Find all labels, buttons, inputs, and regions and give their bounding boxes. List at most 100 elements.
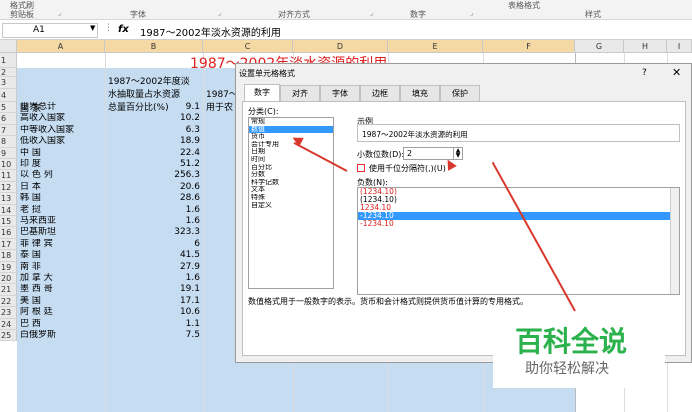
- table-cell-b[interactable]: 51.2: [105, 159, 200, 170]
- font-launcher-icon[interactable]: ⌟: [218, 9, 221, 17]
- name-box[interactable]: A1: [2, 23, 98, 38]
- row-header[interactable]: 8: [0, 136, 17, 148]
- table-cell-a[interactable]: 巴 西: [20, 319, 104, 330]
- negative-format-option[interactable]: (1234.10): [358, 188, 679, 196]
- table-cell-b[interactable]: 22.4: [105, 148, 200, 159]
- column-header-i[interactable]: I: [667, 40, 692, 53]
- table-cell-a[interactable]: 泰 国: [20, 250, 104, 261]
- table-cell-a[interactable]: 阿 根 廷: [20, 307, 104, 318]
- negative-format-option[interactable]: -1234.10: [358, 220, 679, 228]
- select-all-corner[interactable]: [0, 40, 17, 53]
- table-cell-b[interactable]: 1.1: [105, 319, 200, 330]
- category-item[interactable]: 常规: [249, 118, 333, 126]
- table-format-button[interactable]: 表格格式: [508, 0, 540, 11]
- spin-down-icon[interactable]: ▼: [454, 153, 462, 159]
- category-item[interactable]: 分数: [249, 171, 333, 179]
- row-header[interactable]: 24: [0, 318, 17, 330]
- table-cell-b[interactable]: 10.2: [105, 113, 200, 124]
- table-cell-a[interactable]: 白俄罗斯: [20, 330, 104, 341]
- negative-numbers-list[interactable]: (1234.10) (1234.10) 1234.10 -1234.10 -1234.1…: [357, 187, 680, 295]
- formula-input[interactable]: 1987～2002年淡水资源的利用: [140, 24, 281, 39]
- thousands-separator-checkbox[interactable]: [357, 164, 365, 172]
- row-header-4[interactable]: 4: [0, 89, 17, 102]
- tab-border[interactable]: 边框: [360, 85, 400, 101]
- row-header[interactable]: 15: [0, 216, 17, 228]
- column-header-b[interactable]: B: [105, 40, 203, 53]
- row-header[interactable]: 10: [0, 159, 17, 171]
- table-cell-b[interactable]: 7.5: [105, 330, 200, 341]
- column-header-d[interactable]: D: [293, 40, 388, 53]
- row-header[interactable]: 18: [0, 250, 17, 262]
- table-cell-a[interactable]: 印 度: [20, 159, 104, 170]
- table-cell-b[interactable]: 27.9: [105, 262, 200, 273]
- table-cell-a[interactable]: 墨 西 哥: [20, 284, 104, 295]
- table-cell-a[interactable]: 中 国: [20, 148, 104, 159]
- row-header[interactable]: 7: [0, 124, 17, 137]
- clipboard-launcher-icon[interactable]: ⌟: [58, 9, 61, 17]
- table-cell-b[interactable]: 1.6: [105, 205, 200, 216]
- category-item[interactable]: 自定义: [249, 202, 333, 210]
- decimal-spinner[interactable]: ▲ ▼: [453, 148, 462, 159]
- column-header-c[interactable]: C: [203, 40, 293, 53]
- insert-function-icon[interactable]: fx: [118, 24, 129, 35]
- table-cell-b[interactable]: 6: [105, 239, 200, 250]
- row-header[interactable]: 14: [0, 204, 17, 216]
- table-cell-b[interactable]: 256.3: [105, 170, 200, 181]
- table-cell-a[interactable]: 巴基斯坦: [20, 227, 104, 238]
- tab-font[interactable]: 字体: [320, 85, 360, 101]
- table-cell-b[interactable]: 1.6: [105, 216, 200, 227]
- category-item[interactable]: 文本: [249, 186, 333, 194]
- row-header[interactable]: 9: [0, 147, 17, 159]
- tab-alignment[interactable]: 对齐: [280, 85, 320, 101]
- row-header[interactable]: 19: [0, 261, 17, 273]
- tab-number[interactable]: 数字: [244, 84, 280, 102]
- table-cell-b[interactable]: 10.6: [105, 307, 200, 318]
- negative-format-option[interactable]: -1234.10: [358, 212, 679, 220]
- table-cell-b[interactable]: 18.9: [105, 136, 200, 147]
- row-header[interactable]: 11: [0, 170, 17, 182]
- tab-fill[interactable]: 填充: [400, 85, 440, 101]
- row-header[interactable]: 5: [0, 102, 17, 114]
- table-cell-b[interactable]: 1.6: [105, 273, 200, 284]
- table-cell-a[interactable]: 韩 国: [20, 193, 104, 204]
- table-cell-a[interactable]: 日 本: [20, 182, 104, 193]
- column-header-h[interactable]: H: [624, 40, 667, 53]
- table-cell-a[interactable]: 菲 律 宾: [20, 239, 104, 250]
- table-cell-a[interactable]: 低收入国家: [20, 136, 104, 147]
- negative-list-scrollbar[interactable]: [670, 188, 679, 294]
- row-header-1[interactable]: 1: [0, 53, 17, 68]
- row-header-3[interactable]: 3: [0, 77, 17, 89]
- row-header[interactable]: 13: [0, 193, 17, 205]
- table-cell-a[interactable]: 中等收入国家: [20, 125, 104, 136]
- column-header-g[interactable]: G: [575, 40, 624, 53]
- column-header-e[interactable]: E: [388, 40, 483, 53]
- close-icon[interactable]: ✕: [672, 66, 681, 79]
- table-cell-a[interactable]: 世界总计: [20, 102, 104, 113]
- table-cell-b[interactable]: 19.1: [105, 284, 200, 295]
- table-cell-a[interactable]: 南 非: [20, 262, 104, 273]
- table-cell-a[interactable]: 以 色 列: [20, 170, 104, 181]
- row-header-2[interactable]: 2: [0, 68, 17, 77]
- alignment-launcher-icon[interactable]: ⌟: [370, 9, 373, 17]
- table-cell-a[interactable]: 加 拿 大: [20, 273, 104, 284]
- row-header[interactable]: 22: [0, 295, 17, 308]
- column-header-f[interactable]: F: [483, 40, 575, 53]
- table-cell-a[interactable]: 马来西亚: [20, 216, 104, 227]
- table-cell-a[interactable]: 美 国: [20, 296, 104, 307]
- name-box-dropdown-icon[interactable]: ▼: [90, 24, 95, 32]
- row-header[interactable]: 17: [0, 238, 17, 251]
- row-header[interactable]: 12: [0, 181, 17, 194]
- row-header[interactable]: 20: [0, 273, 17, 285]
- table-cell-b[interactable]: 17.1: [105, 296, 200, 307]
- column-header-a[interactable]: A: [17, 40, 105, 53]
- table-cell-b[interactable]: 28.6: [105, 193, 200, 204]
- category-item[interactable]: 数值: [249, 125, 333, 134]
- category-item[interactable]: 百分比: [249, 164, 333, 172]
- row-header[interactable]: 6: [0, 113, 17, 125]
- table-cell-b[interactable]: 20.6: [105, 182, 200, 193]
- row-header[interactable]: 23: [0, 307, 17, 319]
- table-cell-a[interactable]: 高收入国家: [20, 113, 104, 124]
- table-cell-b[interactable]: 323.3: [105, 227, 200, 238]
- negative-format-option[interactable]: (1234.10): [358, 196, 679, 204]
- tab-protection[interactable]: 保护: [440, 85, 480, 101]
